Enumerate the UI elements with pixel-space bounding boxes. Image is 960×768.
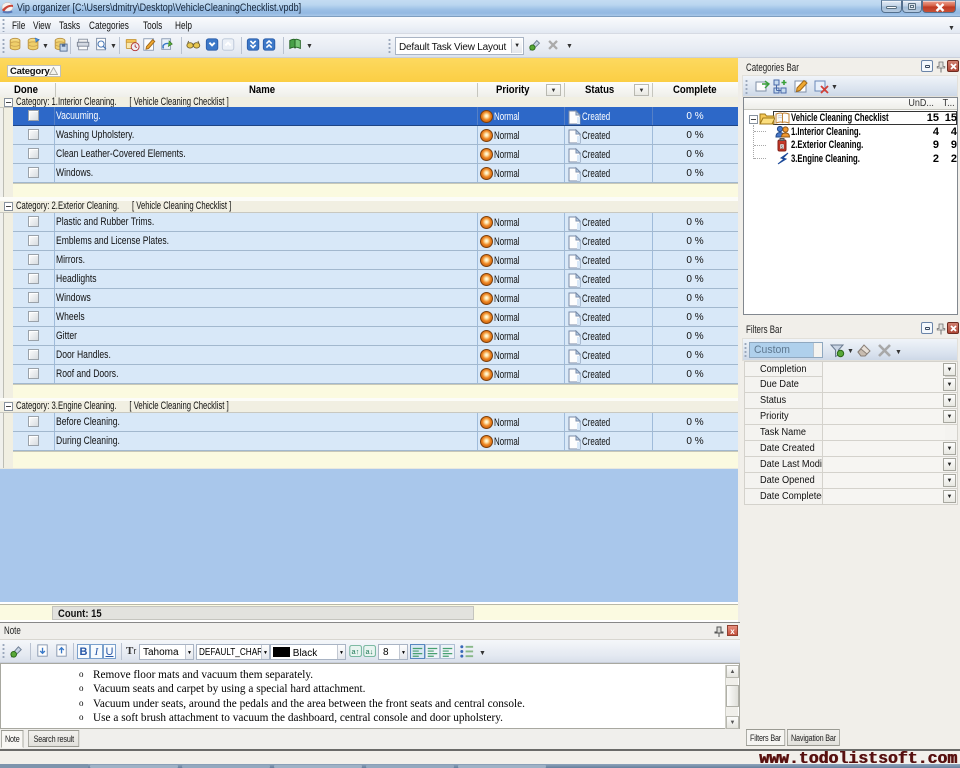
svg-text:a↓: a↓ — [365, 647, 373, 656]
svg-text:a↑: a↑ — [351, 647, 359, 656]
